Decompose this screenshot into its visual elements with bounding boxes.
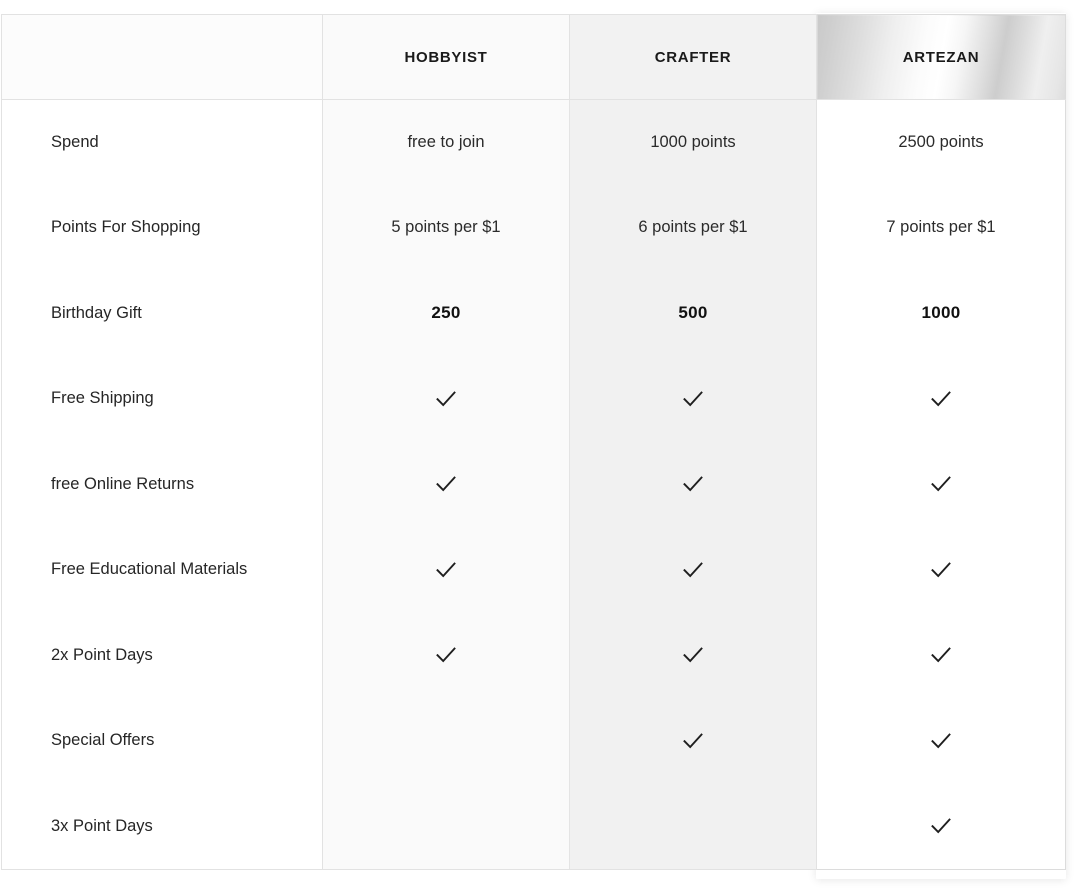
checkmark-icon xyxy=(678,726,708,756)
cell-value: 5 points per $1 xyxy=(391,218,501,237)
cell-artezan: 1000 xyxy=(816,270,1066,356)
feature-label: Free Educational Materials xyxy=(1,527,323,613)
cell-artezan xyxy=(816,356,1066,442)
checkmark-icon xyxy=(926,726,956,756)
feature-label: Birthday Gift xyxy=(1,270,323,356)
checkmark-icon xyxy=(431,384,461,414)
header-feature-column xyxy=(1,14,323,100)
cell-crafter: 6 points per $1 xyxy=(569,185,817,271)
cell-crafter xyxy=(569,698,817,784)
cell-crafter: 500 xyxy=(569,270,817,356)
cell-crafter xyxy=(569,783,817,870)
cell-artezan xyxy=(816,612,1066,698)
cell-empty xyxy=(570,826,571,827)
cell-value: free to join xyxy=(407,133,485,151)
feature-label: Free Shipping xyxy=(1,356,323,442)
table-header: HOBBYIST CRAFTER ARTEZAN xyxy=(1,14,1066,100)
checkmark-icon xyxy=(926,469,956,499)
membership-tier-comparison-page: HOBBYIST CRAFTER ARTEZAN Spend free to jo… xyxy=(0,0,1078,892)
cell-value: 500 xyxy=(678,303,708,323)
checkmark-icon xyxy=(678,640,708,670)
cell-artezan xyxy=(816,441,1066,527)
cell-hobbyist xyxy=(322,441,570,527)
header-tier-hobbyist: HOBBYIST xyxy=(322,14,570,100)
cell-artezan xyxy=(816,527,1066,613)
cell-crafter xyxy=(569,612,817,698)
checkmark-icon xyxy=(926,555,956,585)
table-row: Free Shipping xyxy=(1,356,1066,442)
cell-hobbyist xyxy=(322,612,570,698)
feature-label: Points For Shopping xyxy=(1,185,323,271)
checkmark-icon xyxy=(678,469,708,499)
cell-value: 6 points per $1 xyxy=(638,218,748,237)
checkmark-icon xyxy=(431,640,461,670)
table-row: Special Offers xyxy=(1,698,1066,784)
feature-label: 2x Point Days xyxy=(1,612,323,698)
cell-hobbyist xyxy=(322,356,570,442)
checkmark-icon xyxy=(678,555,708,585)
table-row: free Online Returns xyxy=(1,441,1066,527)
checkmark-icon xyxy=(926,640,956,670)
cell-artezan xyxy=(816,698,1066,784)
feature-label: Special Offers xyxy=(1,698,323,784)
cell-crafter: 1000 points xyxy=(569,99,817,185)
cell-artezan: 7 points per $1 xyxy=(816,185,1066,271)
header-tier-crafter: CRAFTER xyxy=(569,14,817,100)
table-row: 3x Point Days xyxy=(1,783,1066,870)
cell-value: 1000 xyxy=(921,303,961,323)
table-row: Free Educational Materials xyxy=(1,527,1066,613)
table-header-row: HOBBYIST CRAFTER ARTEZAN xyxy=(1,14,1066,100)
cell-empty xyxy=(323,826,324,827)
cell-crafter xyxy=(569,441,817,527)
table-row: Points For Shopping 5 points per $1 6 poin… xyxy=(1,185,1066,271)
cell-crafter xyxy=(569,527,817,613)
header-tier-artezan: ARTEZAN xyxy=(816,14,1066,100)
checkmark-icon xyxy=(431,555,461,585)
checkmark-icon xyxy=(678,384,708,414)
cell-hobbyist: free to join xyxy=(322,99,570,185)
cell-crafter xyxy=(569,356,817,442)
feature-label: Spend xyxy=(1,99,323,185)
cell-hobbyist: 250 xyxy=(322,270,570,356)
membership-tier-comparison-table: HOBBYIST CRAFTER ARTEZAN Spend free to jo… xyxy=(1,14,1066,870)
table-row: Spend free to join 1000 points 2500 points xyxy=(1,99,1066,185)
cell-hobbyist: 5 points per $1 xyxy=(322,185,570,271)
feature-label: 3x Point Days xyxy=(1,783,323,870)
checkmark-icon xyxy=(431,469,461,499)
table-body: Spend free to join 1000 points 2500 points P… xyxy=(1,99,1066,870)
cell-hobbyist xyxy=(322,527,570,613)
cell-hobbyist xyxy=(322,783,570,870)
table-row: 2x Point Days xyxy=(1,612,1066,698)
feature-label: free Online Returns xyxy=(1,441,323,527)
cell-empty xyxy=(323,740,324,741)
checkmark-icon xyxy=(926,384,956,414)
cell-artezan xyxy=(816,783,1066,870)
cell-value: 250 xyxy=(431,303,461,323)
checkmark-icon xyxy=(926,811,956,841)
cell-value: 2500 points xyxy=(898,133,984,151)
table-row: Birthday Gift 250 500 1000 xyxy=(1,270,1066,356)
cell-hobbyist xyxy=(322,698,570,784)
cell-artezan: 2500 points xyxy=(816,99,1066,185)
cell-value: 7 points per $1 xyxy=(886,218,996,237)
cell-value: 1000 points xyxy=(650,133,736,151)
